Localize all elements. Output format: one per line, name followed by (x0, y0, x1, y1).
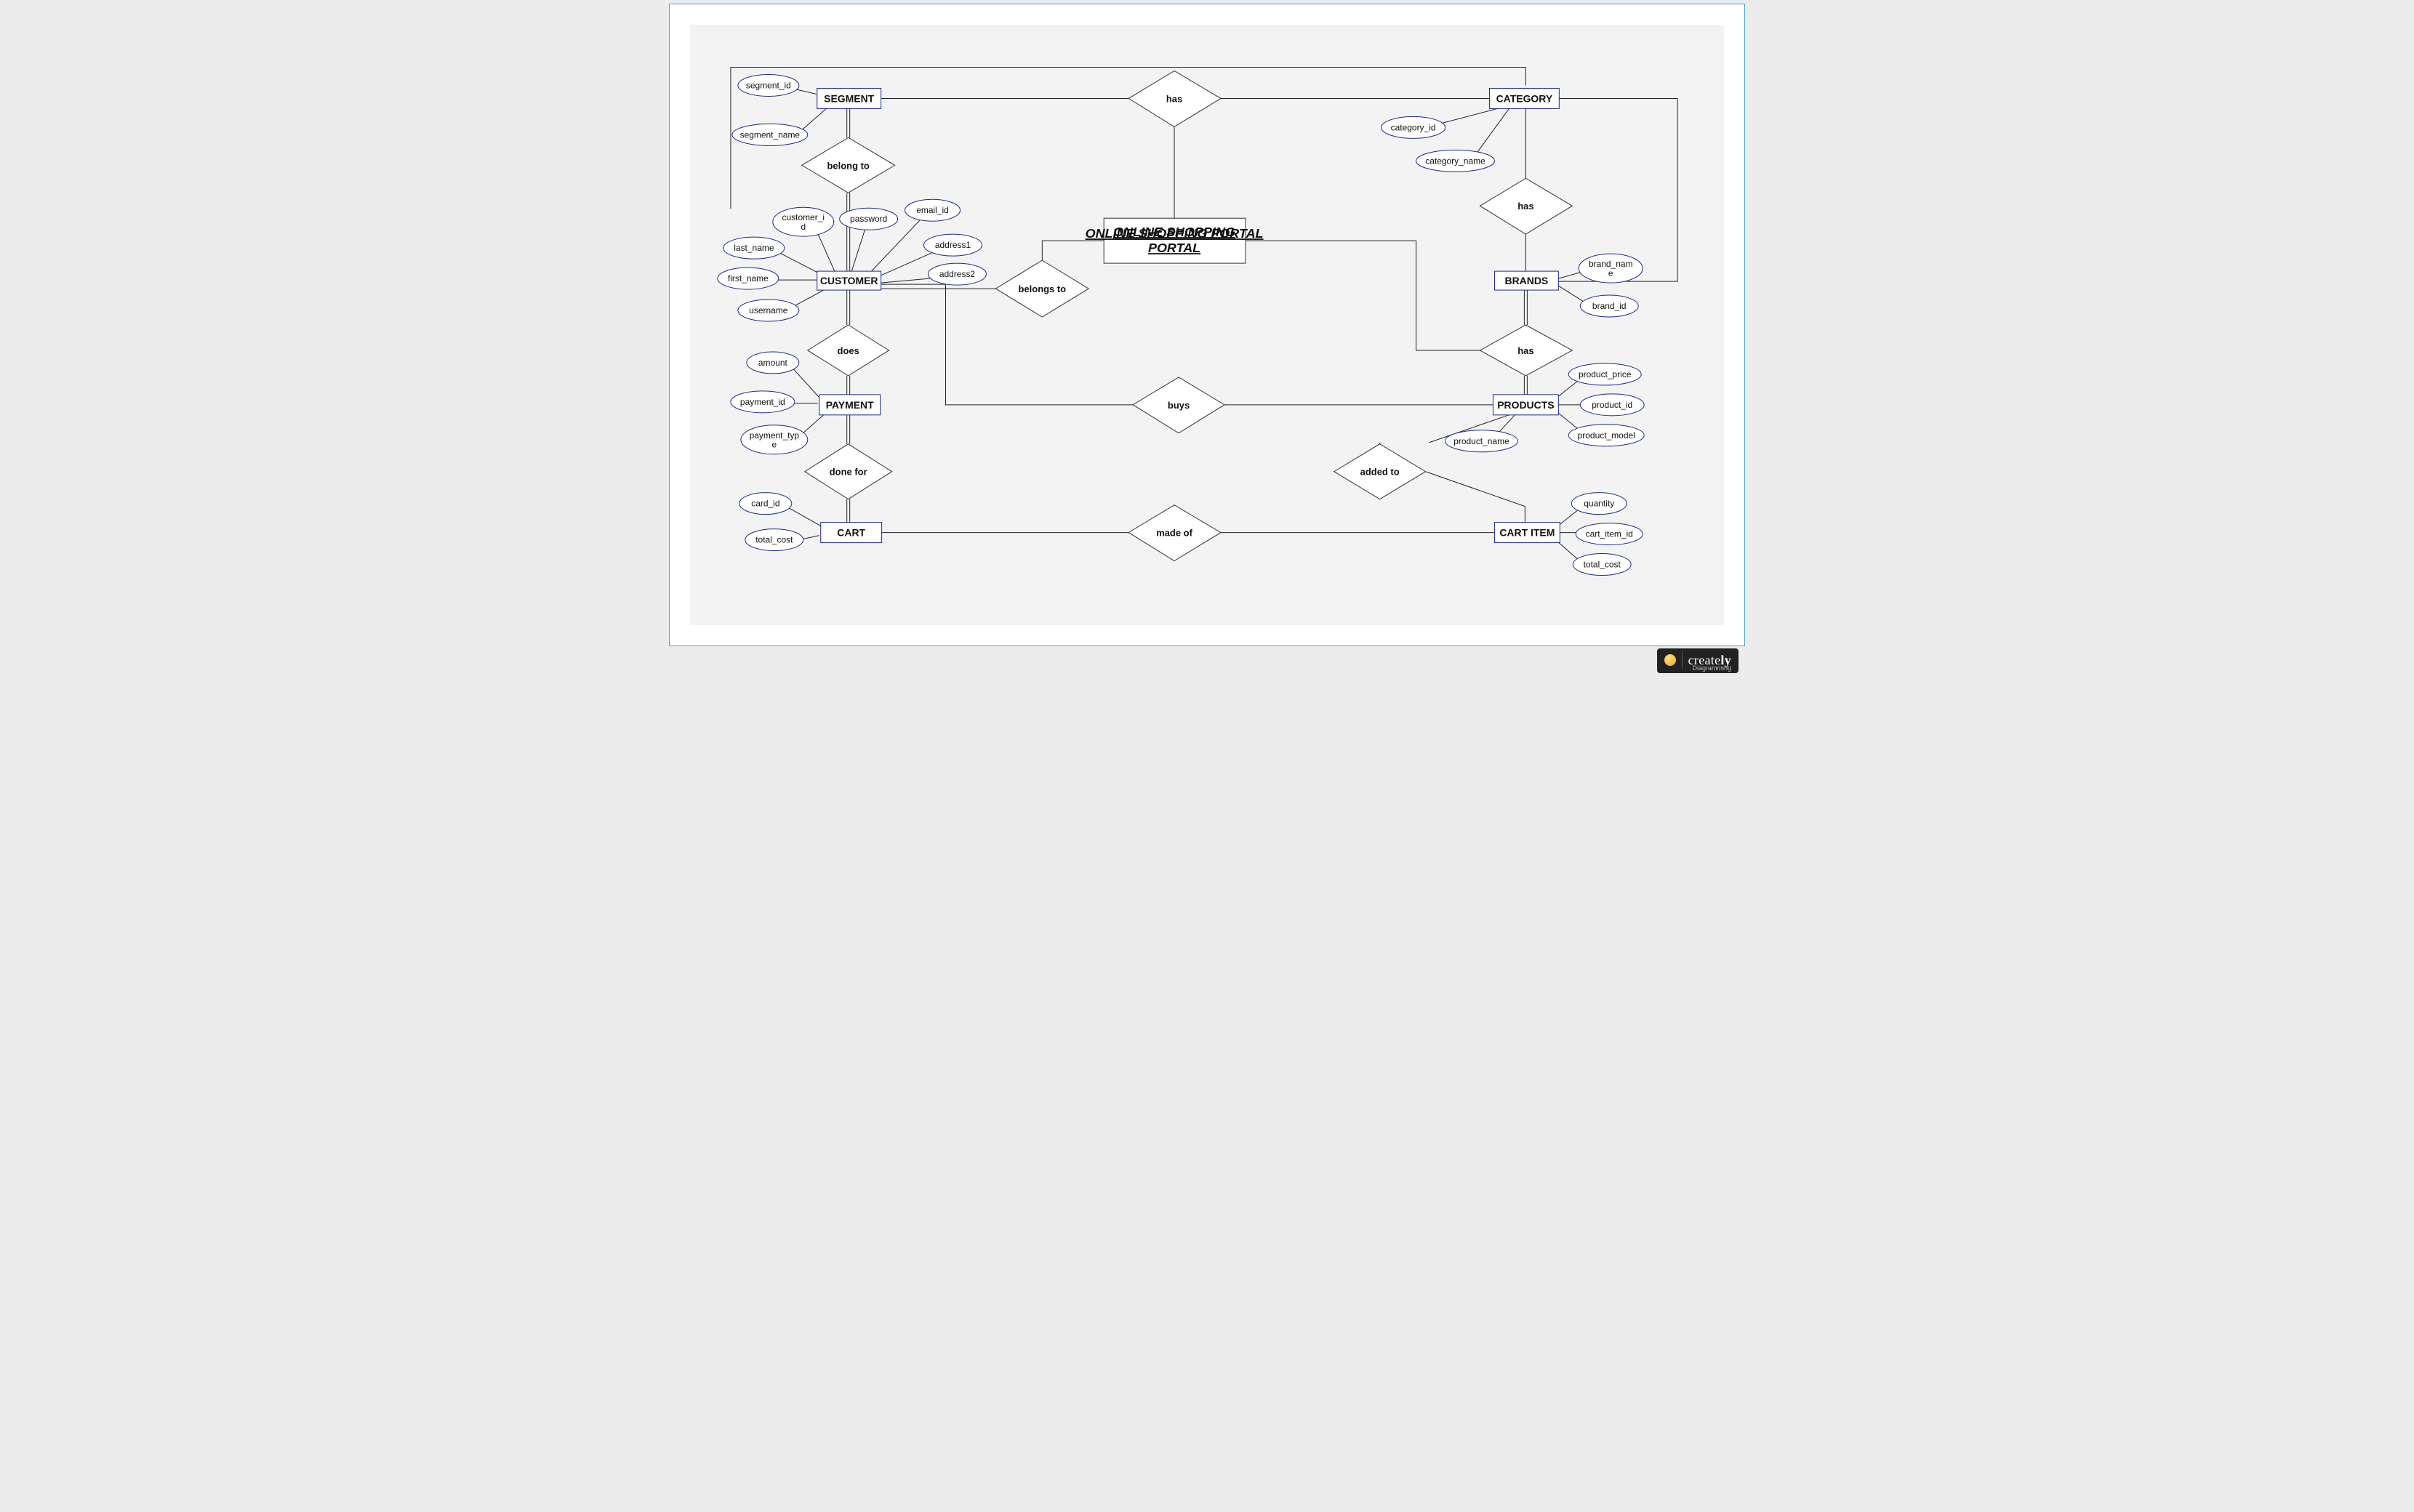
entity-cart-item-label: CART ITEM (1499, 527, 1555, 539)
rel-done-for-label: done for (830, 467, 867, 478)
svg-text:username: username (749, 305, 788, 315)
rel-belongs-to-label: belongs to (1019, 284, 1067, 294)
rel-has-cat-brand-label: has (1517, 201, 1533, 212)
svg-text:address2: address2 (939, 269, 976, 279)
svg-text:total_cost: total_cost (755, 535, 793, 545)
portal-line2: PORTAL (1148, 241, 1200, 255)
svg-text:amount: amount (758, 358, 788, 368)
entity-brands-label: BRANDS (1504, 275, 1548, 286)
svg-text:brand_nam: brand_nam (1589, 259, 1633, 269)
er-diagram: ONLINE SHOPPING PORTAL SEGMENT CATEGORY … (690, 25, 1724, 625)
svg-text:e: e (1608, 268, 1613, 278)
rel-has-brand-prod-label: has (1517, 345, 1533, 356)
svg-text:first_name: first_name (728, 273, 769, 284)
svg-text:card_id: card_id (751, 499, 779, 509)
diagram-frame: ONLINE SHOPPING PORTAL SEGMENT CATEGORY … (669, 4, 1745, 646)
entity-customer-label: CUSTOMER (820, 275, 878, 286)
svg-text:cart_item_id: cart_item_id (1586, 529, 1633, 539)
svg-text:last_name: last_name (734, 243, 774, 253)
logo-subtitle: Diagramming (1692, 664, 1731, 672)
entity-products-label: PRODUCTS (1497, 399, 1554, 411)
svg-text:product_name: product_name (1453, 436, 1509, 446)
rel-does-label: does (838, 345, 859, 356)
rel-added-to-label: added to (1360, 467, 1400, 478)
svg-text:payment_id: payment_id (740, 397, 785, 407)
svg-text:d: d (801, 222, 806, 232)
svg-text:product_model: product_model (1578, 430, 1635, 441)
svg-text:quantity: quantity (1584, 499, 1614, 509)
svg-text:brand_id: brand_id (1592, 301, 1627, 311)
entity-category-label: CATEGORY (1496, 92, 1553, 104)
page: ONLINE SHOPPING PORTAL SEGMENT CATEGORY … (665, 0, 1749, 679)
portal-line1: ONLINE SHOPPING (1113, 225, 1235, 239)
svg-text:customer_i: customer_i (782, 212, 825, 222)
svg-text:total_cost: total_cost (1584, 560, 1621, 570)
svg-text:address1: address1 (935, 240, 971, 250)
logo-separator (1682, 651, 1683, 669)
rel-has-top-label: has (1166, 93, 1182, 104)
svg-text:category_id: category_id (1391, 122, 1436, 132)
rel-buys-label: buys (1168, 400, 1190, 411)
svg-text:payment_typ: payment_typ (750, 430, 800, 441)
svg-text:product_id: product_id (1592, 400, 1632, 410)
entity-payment-label: PAYMENT (826, 399, 874, 411)
creately-logo: creately Diagramming (1657, 648, 1739, 673)
rel-belong-to-label: belong to (827, 160, 870, 171)
svg-text:product_price: product_price (1579, 369, 1632, 379)
svg-text:password: password (850, 214, 887, 224)
diagram-canvas: ONLINE SHOPPING PORTAL SEGMENT CATEGORY … (690, 25, 1724, 625)
svg-text:e: e (772, 440, 777, 450)
rel-made-of-label: made of (1156, 528, 1192, 539)
entity-cart-label: CART (837, 527, 865, 539)
svg-text:email_id: email_id (916, 205, 949, 215)
svg-text:category_name: category_name (1425, 156, 1485, 166)
entity-segment-label: SEGMENT (824, 92, 875, 104)
lightbulb-icon (1664, 654, 1676, 666)
svg-text:segment_name: segment_name (740, 129, 801, 140)
svg-text:segment_id: segment_id (746, 80, 791, 90)
